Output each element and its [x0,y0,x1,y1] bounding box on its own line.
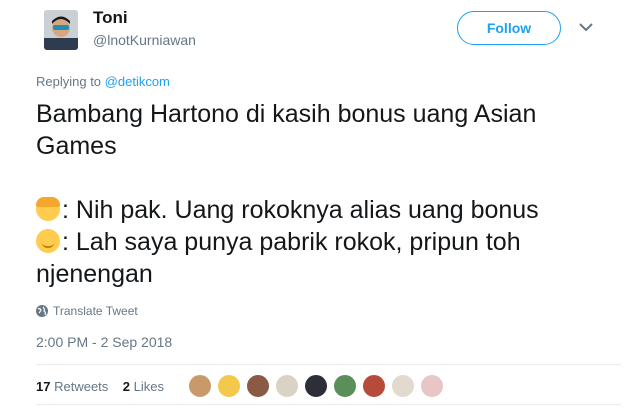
translate-label[interactable]: Translate Tweet [53,304,138,318]
translate-tweet-link[interactable]: Translate Tweet [36,304,138,318]
liker-avatar[interactable] [420,374,444,398]
tweet-line-3: : Lah saya punya pabrik rokok, pripun to… [36,226,621,290]
older-man-emoji-icon [36,229,60,253]
liker-avatar[interactable] [391,374,415,398]
tweet-line-3-text: : Lah saya punya pabrik rokok, pripun to… [36,228,521,288]
tweet-line-1: Bambang Hartono di kasih bonus uang Asia… [36,100,537,160]
tweet-text: Bambang Hartono di kasih bonus uang Asia… [36,98,621,290]
tweet-timestamp[interactable]: 2:00 PM - 2 Sep 2018 [36,334,172,350]
retweets-count: 17 [36,379,51,394]
tweet-line-2: : Nih pak. Uang rokoknya alias uang bonu… [36,194,621,226]
likes-label: Likes [133,379,164,394]
follow-button[interactable]: Follow [457,11,561,45]
globe-icon [36,305,48,317]
divider [36,404,621,405]
user-handle[interactable]: @lnotKurniawan [93,32,196,48]
tweet-line-2-text: : Nih pak. Uang rokoknya alias uang bonu… [62,196,539,224]
reply-prefix: Replying to [36,74,102,89]
likes-stat[interactable]: 2 Likes [123,379,164,394]
reply-mention-link[interactable]: @detikcom [105,74,170,89]
reply-context: Replying to @detikcom [36,74,170,89]
tweet-stats: 17 Retweets 2 Likes [36,379,164,394]
liker-avatar[interactable] [333,374,357,398]
liker-avatar[interactable] [246,374,270,398]
liker-avatars [188,374,449,398]
avatar[interactable] [44,10,78,50]
display-name[interactable]: Toni [93,8,128,28]
tweet-header: Toni @lnotKurniawan Follow [0,0,633,62]
liker-avatar[interactable] [275,374,299,398]
chevron-down-icon[interactable] [578,20,594,32]
liker-avatar[interactable] [188,374,212,398]
divider [36,364,621,365]
liker-avatar[interactable] [362,374,386,398]
likes-count: 2 [122,379,130,394]
liker-avatar[interactable] [304,374,328,398]
retweets-stat[interactable]: 17 Retweets [36,379,108,394]
retweets-label: Retweets [54,379,109,394]
blond-person-emoji-icon [36,197,60,221]
liker-avatar[interactable] [217,374,241,398]
